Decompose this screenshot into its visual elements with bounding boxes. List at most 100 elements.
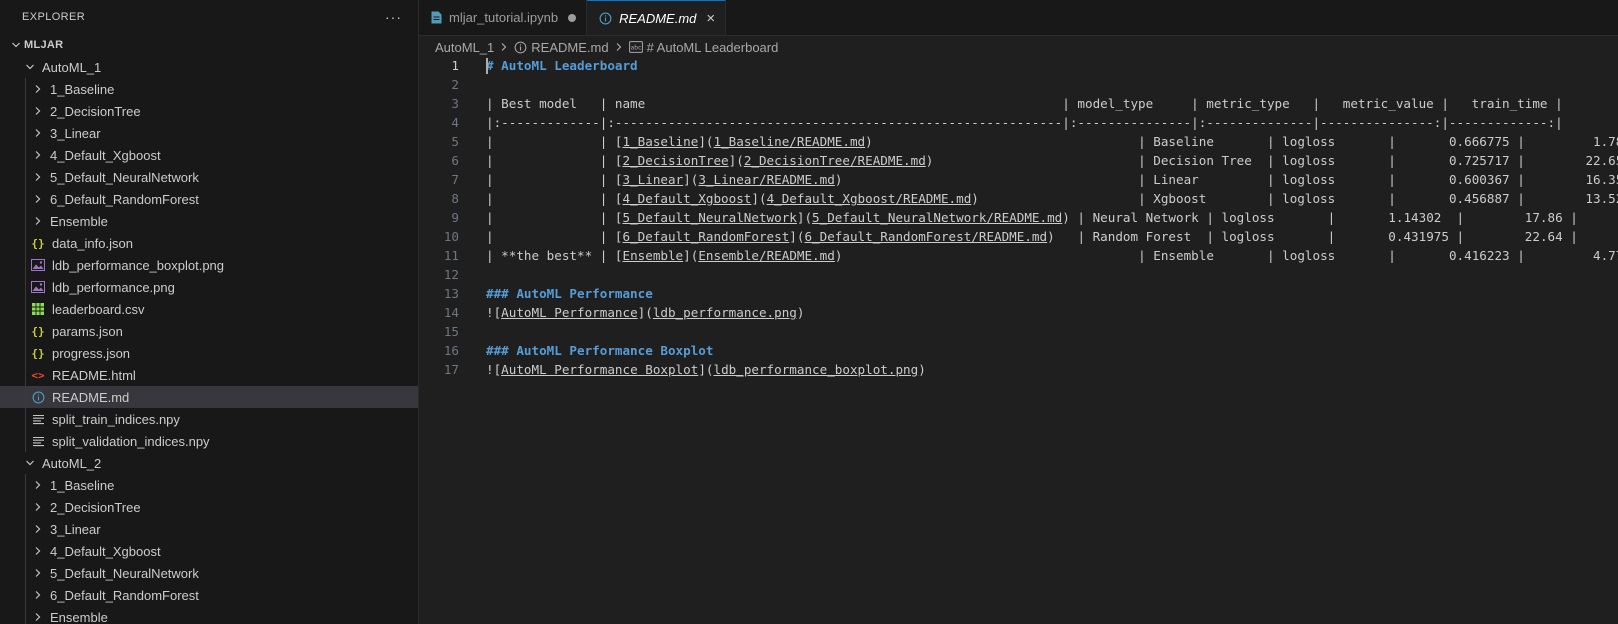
folder-item[interactable]: 5_Default_NeuralNetwork	[0, 166, 418, 188]
string-symbol-icon: abc	[628, 41, 643, 53]
folder-item[interactable]: 2_DecisionTree	[0, 100, 418, 122]
line-text: | | [5_Default_NeuralNetwork](5_Default_…	[459, 208, 1578, 227]
folder-item[interactable]: 6_Default_RandomForest	[0, 584, 418, 606]
workspace-root[interactable]: MLJAR	[0, 34, 418, 56]
folder-item[interactable]: Ensemble	[0, 606, 418, 624]
tree-item-label: 5_Default_NeuralNetwork	[50, 169, 199, 185]
code-line: 11 | **the best** | [Ensemble](Ensemble/R…	[419, 246, 1618, 265]
folder-item[interactable]: 4_Default_Xgboost	[0, 540, 418, 562]
tree-item-label: 6_Default_RandomForest	[50, 191, 199, 207]
code-text: |:-------------|:-----------------------…	[486, 115, 1563, 130]
text-file-icon	[30, 433, 46, 449]
code-line: 4 |:-------------|:----------------------…	[419, 113, 1618, 132]
more-actions-icon[interactable]: ···	[385, 9, 402, 25]
line-text: ![AutoML Performance Boxplot](ldb_perfor…	[459, 360, 926, 379]
editor-tab[interactable]: mljar_tutorial.ipynb	[419, 0, 588, 35]
markdown-heading: ### AutoML Performance	[486, 286, 653, 301]
line-number: 2	[451, 77, 459, 92]
file-item[interactable]: {} progress.json	[0, 342, 418, 364]
markdown-link-text[interactable]: ldb_performance.png	[653, 305, 797, 320]
file-item[interactable]: {} params.json	[0, 320, 418, 342]
chevron-right-icon	[30, 194, 46, 204]
tree-item-label: data_info.json	[52, 235, 133, 251]
breadcrumb-symbol[interactable]: abc # AutoML Leaderboard	[628, 40, 778, 55]
indent-guide	[25, 188, 26, 210]
indent-guide	[25, 606, 26, 624]
folder-item[interactable]: AutoML_1	[0, 56, 418, 78]
code-line: 10 | | [6_Default_RandomForest](6_Default…	[419, 227, 1618, 246]
line-number: 16	[443, 343, 459, 358]
folder-item[interactable]: 3_Linear	[0, 122, 418, 144]
code-line: 16 ### AutoML Performance Boxplot	[419, 341, 1618, 360]
markdown-link-text[interactable]: Ensemble/README.md	[698, 248, 834, 263]
markdown-link-text[interactable]: 5_Default_NeuralNetwork	[622, 210, 796, 225]
file-item[interactable]: ldb_performance_boxplot.png	[0, 254, 418, 276]
folder-item[interactable]: 6_Default_RandomForest	[0, 188, 418, 210]
code-text: ](	[683, 248, 699, 263]
markdown-link-text[interactable]: 6_Default_RandomForest	[622, 229, 789, 244]
file-item[interactable]: split_validation_indices.npy	[0, 430, 418, 452]
markdown-link-text[interactable]: 3_Linear/README.md	[698, 172, 834, 187]
code-text: | | [	[486, 191, 623, 206]
folder-item[interactable]: 4_Default_Xgboost	[0, 144, 418, 166]
folder-item[interactable]: Ensemble	[0, 210, 418, 232]
folder-item[interactable]: 2_DecisionTree	[0, 496, 418, 518]
chevron-right-icon	[30, 502, 46, 512]
html-file-icon: <>	[31, 368, 45, 382]
markdown-link-text[interactable]: 2_DecisionTree	[622, 153, 728, 168]
code-line: 17 ![AutoML Performance Boxplot](ldb_perf…	[419, 360, 1618, 379]
markdown-link-text[interactable]: 4_Default_Xgboost	[622, 191, 751, 206]
markdown-link-text[interactable]: 3_Linear	[622, 172, 683, 187]
code-line: 1 # AutoML Leaderboard	[419, 56, 1618, 75]
chevron-down-icon	[22, 458, 38, 468]
code-editor[interactable]: 1 # AutoML Leaderboard 2 3 | Best model | na…	[419, 56, 1618, 624]
code-text: ](	[796, 210, 813, 225]
line-text: | | [1_Baseline](1_Baseline/README.md) |…	[459, 132, 1618, 151]
markdown-link-text[interactable]: 2_DecisionTree/README.md	[744, 153, 926, 168]
unsaved-dot-icon[interactable]	[568, 13, 577, 22]
indent-guide	[25, 122, 26, 144]
chevron-right-icon	[30, 524, 46, 534]
markdown-link-text[interactable]: 4_Default_Xgboost/README.md	[767, 191, 972, 206]
markdown-link-text[interactable]: 6_Default_RandomForest/README.md	[804, 229, 1047, 244]
tree-item-label: 4_Default_Xgboost	[50, 147, 161, 163]
tree-item-label: 1_Baseline	[50, 81, 115, 97]
chevron-right-icon	[30, 216, 46, 226]
file-item[interactable]: {} data_info.json	[0, 232, 418, 254]
tree-item-label: ldb_performance_boxplot.png	[52, 257, 225, 273]
markdown-link-text[interactable]: ldb_performance_boxplot.png	[713, 362, 918, 377]
close-icon[interactable]: ×	[706, 10, 715, 27]
code-text: ](	[683, 172, 699, 187]
folder-item[interactable]: AutoML_2	[0, 452, 418, 474]
markdown-link-text[interactable]: 1_Baseline	[622, 134, 698, 149]
code-line: 9 | | [5_Default_NeuralNetwork](5_Default…	[419, 208, 1618, 227]
chevron-right-icon	[30, 546, 46, 556]
folder-item[interactable]: 5_Default_NeuralNetwork	[0, 562, 418, 584]
breadcrumb-folder[interactable]: AutoML_1	[435, 40, 494, 55]
file-item[interactable]: <> README.html	[0, 364, 418, 386]
indent-guide	[25, 584, 26, 606]
code-text: ) | Neural Network | logloss | 1.14302 |…	[1062, 210, 1578, 225]
markdown-link-text[interactable]: 5_Default_NeuralNetwork/README.md	[812, 210, 1062, 225]
line-number: 12	[443, 267, 459, 282]
indent-guide	[25, 386, 26, 408]
chevron-right-icon	[30, 128, 46, 138]
file-item[interactable]: split_train_indices.npy	[0, 408, 418, 430]
breadcrumb-file[interactable]: README.md	[514, 40, 609, 55]
line-text: | | [2_DecisionTree](2_DecisionTree/READ…	[459, 151, 1618, 170]
folder-item[interactable]: 1_Baseline	[0, 78, 418, 100]
file-item[interactable]: README.md	[0, 386, 418, 408]
folder-item[interactable]: 1_Baseline	[0, 474, 418, 496]
markdown-link-text[interactable]: AutoML Performance Boxplot	[501, 362, 698, 377]
markdown-link-text[interactable]: Ensemble	[622, 248, 683, 263]
indent-guide	[25, 210, 26, 232]
file-item[interactable]: leaderboard.csv	[0, 298, 418, 320]
json-file-icon: {}	[31, 346, 45, 360]
indent-guide	[25, 298, 26, 320]
markdown-link-text[interactable]: 1_Baseline/README.md	[713, 134, 865, 149]
folder-item[interactable]: 3_Linear	[0, 518, 418, 540]
indent-guide	[25, 78, 26, 100]
file-item[interactable]: ldb_performance.png	[0, 276, 418, 298]
editor-tab[interactable]: README.md ×	[587, 0, 727, 35]
markdown-link-text[interactable]: AutoML Performance	[501, 305, 637, 320]
